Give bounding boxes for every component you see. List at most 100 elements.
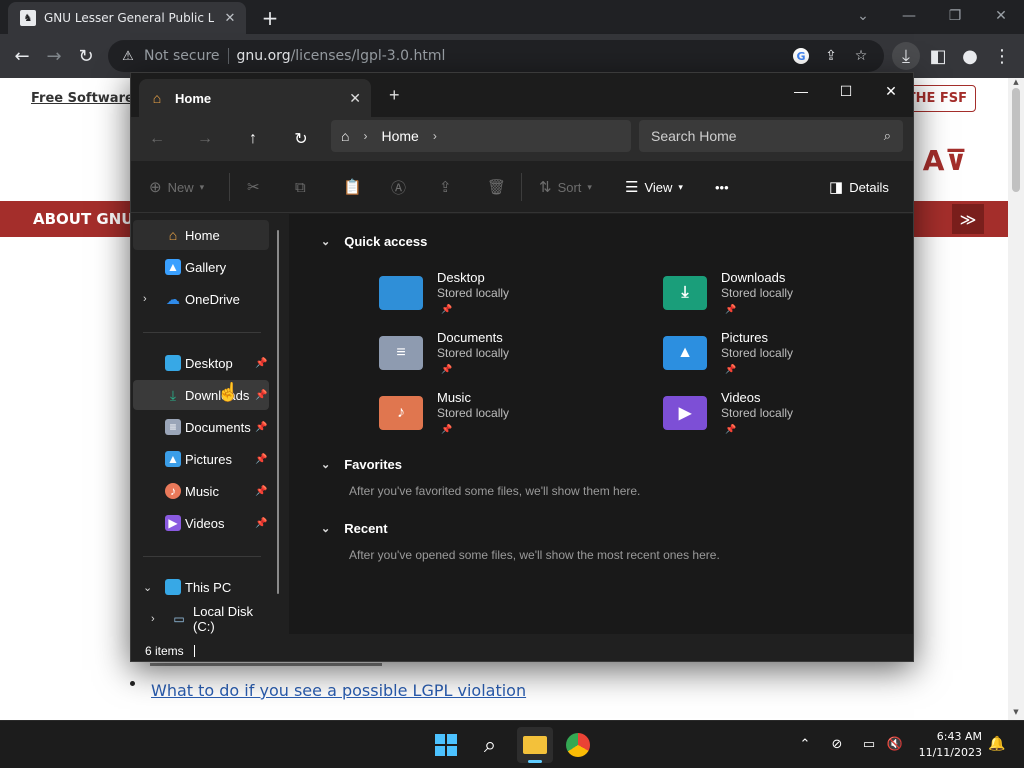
chevron-right-icon[interactable]: ›: [363, 129, 367, 143]
lgpl-violation-link[interactable]: What to do if you see a possible LGPL vi…: [151, 681, 526, 700]
share-icon[interactable]: ⇪: [820, 45, 842, 67]
recent-header[interactable]: ⌄ Recent: [321, 521, 388, 536]
browser-tab[interactable]: ♞ GNU Lesser General Public Licen ✕: [8, 2, 246, 34]
chrome-taskbar-button[interactable]: [560, 727, 596, 763]
pin-icon: 📌: [255, 517, 268, 529]
chevron-down-icon: ▾: [587, 181, 592, 192]
quick-access-music[interactable]: ♪ Music Stored locally 📌: [379, 390, 579, 446]
quick-access-pictures[interactable]: ▲ Pictures Stored locally 📌: [663, 330, 863, 386]
chevron-down-icon[interactable]: ⌄: [143, 581, 152, 594]
more-options-button[interactable]: •••: [715, 175, 729, 199]
sidebar-scrollbar[interactable]: [277, 230, 279, 594]
more-menu-button[interactable]: ≫: [952, 204, 984, 234]
rename-icon[interactable]: Ⓐ: [391, 175, 406, 199]
security-label[interactable]: Not secure: [144, 48, 220, 64]
command-bar: ⊕ New ▾ ✂ ⧉ 📋 Ⓐ ⇪ 🗑 ⇅ Sort ▾ ☰ View ▾ ••…: [131, 161, 913, 213]
view-button[interactable]: ☰ View ▾: [625, 175, 683, 199]
sidebar-item-documents[interactable]: ≡ Documents 📌: [133, 412, 269, 442]
notification-bell-icon[interactable]: 🔔: [986, 733, 1008, 755]
close-icon[interactable]: ✕: [349, 90, 361, 107]
sort-button[interactable]: ⇅ Sort ▾: [539, 175, 592, 199]
download-icon[interactable]: ⤓: [892, 42, 920, 70]
volume-muted-icon[interactable]: 🔇: [884, 733, 906, 755]
warning-icon[interactable]: ⚠: [120, 48, 136, 64]
scroll-down-icon[interactable]: ▼: [1012, 708, 1020, 716]
network-off-icon[interactable]: ⊘: [826, 733, 848, 755]
sidebar-item-onedrive[interactable]: › ☁ OneDrive: [133, 284, 269, 314]
details-button[interactable]: ◨ Details: [829, 175, 889, 199]
bookmark-star-icon[interactable]: ☆: [850, 45, 872, 67]
explorer-tab-home[interactable]: ⌂ Home ✕: [139, 79, 371, 117]
share-icon[interactable]: ⇪: [439, 175, 452, 199]
recent-empty-text: After you've opened some files, we'll sh…: [349, 548, 720, 562]
delete-icon[interactable]: 🗑: [487, 175, 506, 199]
add-tab-icon[interactable]: +: [389, 85, 400, 106]
scroll-up-icon[interactable]: ▲: [1012, 78, 1020, 86]
google-lens-icon[interactable]: G: [790, 45, 812, 67]
url-text[interactable]: gnu.org/licenses/lgpl-3.0.html: [237, 48, 782, 64]
favorites-header[interactable]: ⌄ Favorites: [321, 457, 402, 472]
forward-arrow-icon[interactable]: →: [191, 125, 219, 153]
back-arrow-icon[interactable]: ←: [143, 125, 171, 153]
copy-icon[interactable]: ⧉: [295, 175, 306, 199]
quick-access-documents[interactable]: ≡ Documents Stored locally 📌: [379, 330, 579, 386]
divider: [150, 663, 382, 666]
quick-access-videos[interactable]: ▶ Videos Stored locally 📌: [663, 390, 863, 446]
quick-access-desktop[interactable]: Desktop Stored locally 📌: [379, 270, 579, 326]
minimize-icon[interactable]: —: [786, 79, 816, 103]
profile-icon[interactable]: ●: [956, 42, 984, 70]
chevron-down-icon[interactable]: ⌄: [848, 4, 878, 28]
system-clock[interactable]: 6:43 AM 11/11/2023: [918, 729, 982, 761]
sidebar-item-videos[interactable]: ▶ Videos 📌: [133, 508, 269, 538]
refresh-icon[interactable]: ↻: [287, 125, 315, 153]
up-arrow-icon[interactable]: ↑: [239, 125, 267, 153]
free-software-link[interactable]: Free Software: [31, 91, 134, 106]
address-bar[interactable]: ⚠ Not secure gnu.org/licenses/lgpl-3.0.h…: [108, 40, 884, 72]
close-icon[interactable]: ✕: [986, 4, 1016, 28]
sort-icon: ⇅: [539, 179, 552, 196]
chevron-right-icon[interactable]: ›: [433, 129, 437, 143]
forward-arrow-icon[interactable]: →: [40, 42, 68, 70]
chevron-right-icon[interactable]: ›: [143, 293, 147, 305]
maximize-icon[interactable]: ☐: [831, 79, 861, 103]
chevron-up-icon[interactable]: ⌃: [794, 733, 816, 755]
quick-access-downloads[interactable]: ⤓ Downloads Stored locally 📌: [663, 270, 863, 326]
minimize-icon[interactable]: —: [894, 4, 924, 28]
side-panel-icon[interactable]: ◧: [924, 42, 952, 70]
new-button[interactable]: ⊕ New ▾: [149, 175, 204, 199]
about-gnu-heading[interactable]: ABOUT GNU: [33, 210, 133, 228]
tab-close-icon[interactable]: ✕: [222, 10, 238, 26]
chrome-icon: [566, 733, 590, 757]
quick-access-header[interactable]: ⌄ Quick access: [321, 234, 427, 249]
status-divider: [193, 645, 195, 657]
desktop-folder-icon: [379, 276, 423, 310]
close-icon[interactable]: ✕: [876, 79, 906, 103]
sidebar-item-gallery[interactable]: ▲ Gallery: [133, 252, 269, 282]
sidebar-item-desktop[interactable]: Desktop 📌: [133, 348, 269, 378]
display-icon[interactable]: ▭: [858, 733, 880, 755]
new-tab-button[interactable]: +: [258, 6, 282, 30]
sidebar-item-pictures[interactable]: ▲ Pictures 📌: [133, 444, 269, 474]
sidebar-item-downloads[interactable]: ⤓ Downloads 📌: [133, 380, 269, 410]
file-explorer-taskbar-button[interactable]: [517, 727, 553, 763]
sidebar-item-local-disk[interactable]: › ▭ Local Disk (C:): [133, 604, 269, 634]
chevron-right-icon[interactable]: ›: [151, 613, 155, 625]
search-input[interactable]: Search Home ⌕: [639, 120, 903, 152]
home-icon[interactable]: ⌂: [341, 128, 349, 144]
chevron-down-icon: ▾: [678, 181, 683, 192]
back-arrow-icon[interactable]: ←: [8, 42, 36, 70]
breadcrumb-home[interactable]: Home: [381, 128, 418, 144]
cut-icon[interactable]: ✂: [247, 175, 260, 199]
restore-icon[interactable]: ❐: [940, 4, 970, 28]
scroll-thumb[interactable]: [1012, 88, 1020, 192]
page-scrollbar[interactable]: ▲ ▼: [1008, 78, 1024, 720]
sidebar-item-this-pc[interactable]: ⌄ This PC: [133, 572, 269, 602]
explorer-address-bar[interactable]: ⌂ › Home ›: [331, 120, 631, 152]
sidebar-item-home[interactable]: ⌂ Home: [133, 220, 269, 250]
paste-icon[interactable]: 📋: [343, 175, 362, 199]
menu-kebab-icon[interactable]: ⋮: [988, 42, 1016, 70]
reload-icon[interactable]: ↻: [72, 42, 100, 70]
start-button[interactable]: [428, 727, 464, 763]
search-icon[interactable]: ⌕: [472, 727, 508, 763]
sidebar-item-music[interactable]: ♪ Music 📌: [133, 476, 269, 506]
